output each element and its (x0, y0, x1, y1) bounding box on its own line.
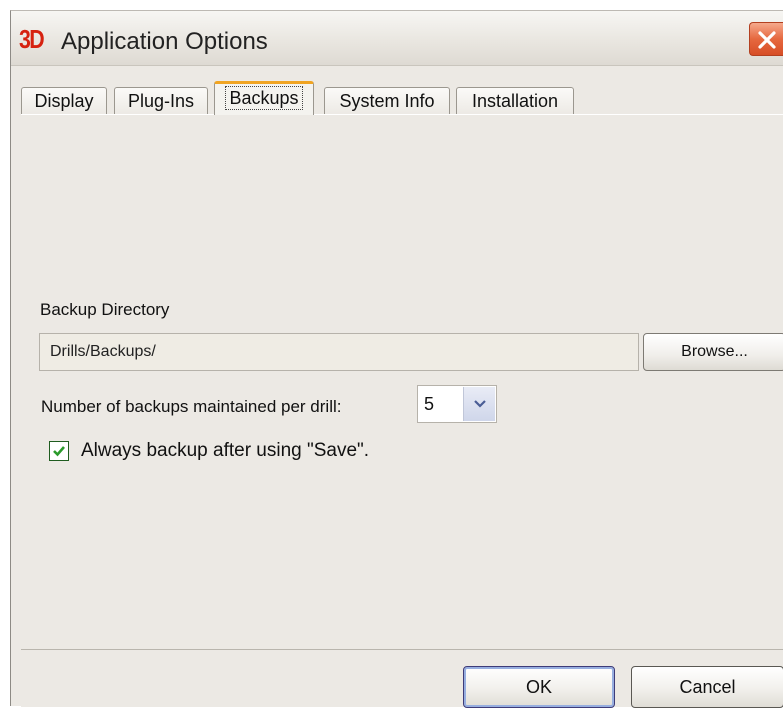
browse-button[interactable]: Browse... (643, 333, 783, 371)
tab-label: System Info (339, 91, 435, 111)
dropdown-button[interactable] (463, 387, 495, 421)
window-title: Application Options (61, 28, 268, 55)
backup-count-select[interactable]: 5 (417, 385, 497, 423)
checkmark-icon (53, 446, 65, 457)
backup-count-value: 5 (424, 394, 435, 414)
always-backup-checkbox[interactable] (49, 441, 69, 461)
backup-directory-label: Backup Directory (40, 300, 170, 319)
always-backup-label: Always backup after using "Save". (81, 440, 370, 461)
tab-label: Plug-Ins (127, 91, 195, 111)
chevron-down-icon (474, 400, 486, 408)
ok-button[interactable]: OK (463, 666, 615, 708)
close-button[interactable] (749, 22, 783, 56)
close-icon (758, 31, 776, 49)
tab-label: Installation (471, 91, 559, 111)
app-logo: 3D (19, 24, 45, 54)
tab-installation[interactable]: Installation (456, 87, 574, 115)
application-options-window: 3D Application Options Display Plug-Ins … (10, 10, 783, 708)
backup-directory-field[interactable] (39, 333, 639, 371)
tab-plug-ins[interactable]: Plug-Ins (114, 87, 208, 115)
title-bar[interactable]: 3D Application Options (11, 11, 783, 66)
dialog-footer: OK Cancel (21, 649, 783, 708)
tab-label: Backups (225, 86, 303, 110)
cancel-button[interactable]: Cancel (631, 666, 783, 708)
backup-count-label: Number of backups maintained per drill: (41, 397, 342, 416)
tab-backups[interactable]: Backups (214, 81, 314, 115)
backups-panel: Backup Directory Browse... Number of bac… (21, 114, 783, 649)
tab-label: Display (34, 91, 94, 111)
tab-display[interactable]: Display (21, 87, 107, 115)
tab-system-info[interactable]: System Info (324, 87, 450, 115)
